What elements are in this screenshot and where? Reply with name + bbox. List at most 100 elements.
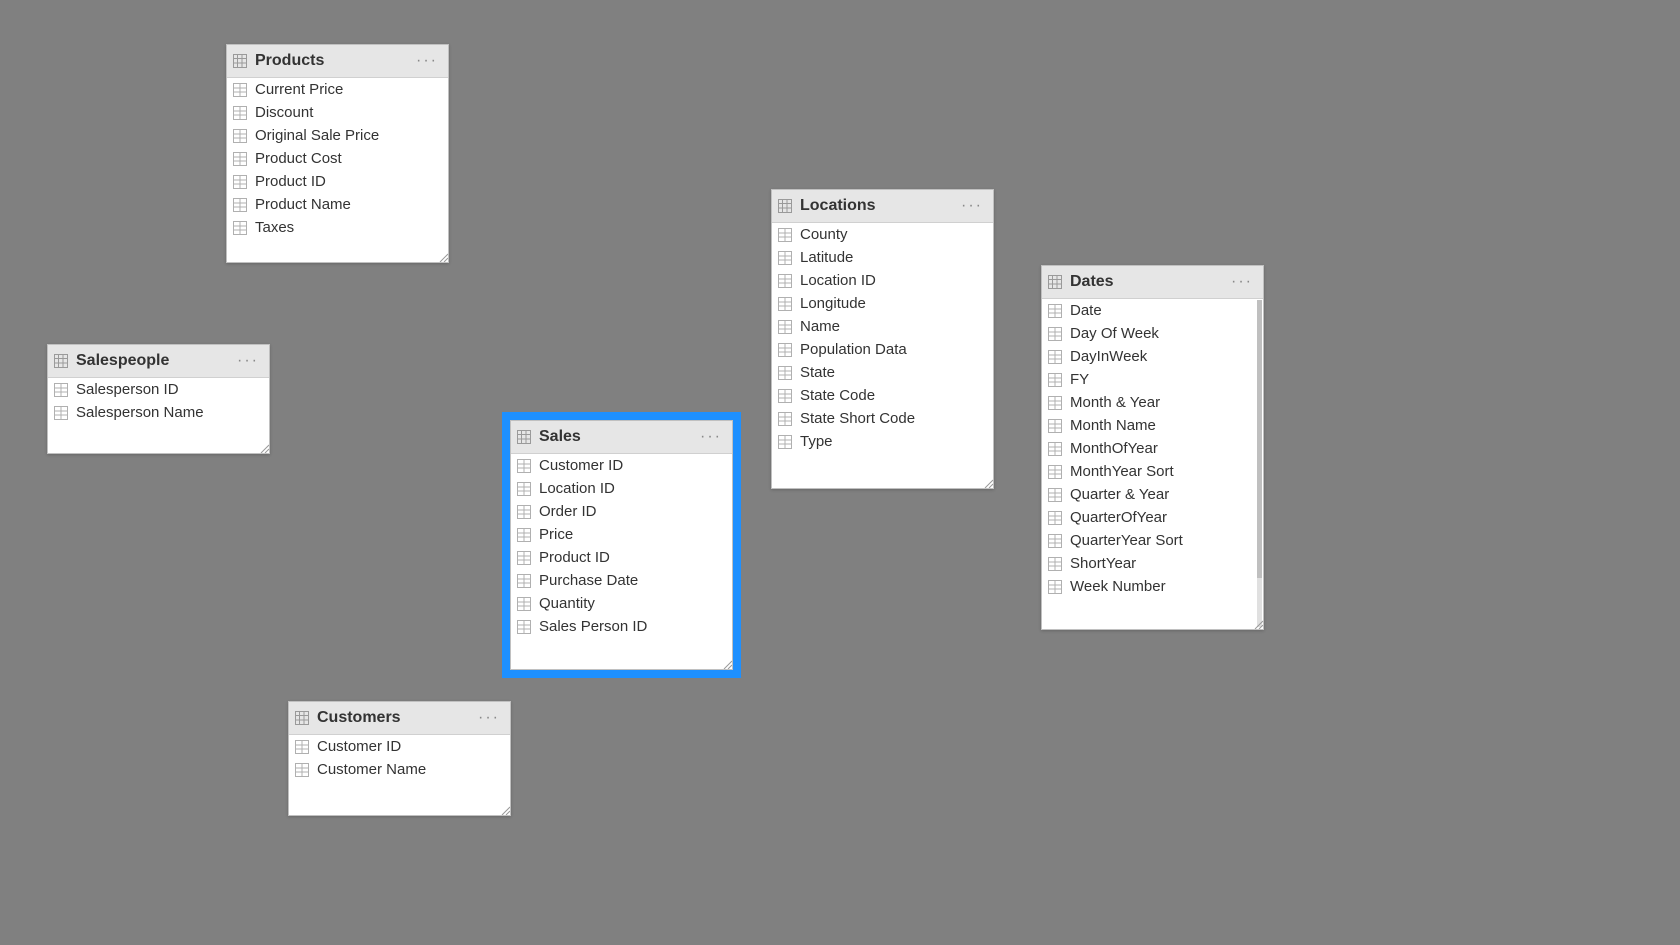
table-card-salespeople[interactable]: Salespeople···Salesperson IDSalesperson …	[47, 344, 270, 454]
column-icon	[517, 597, 531, 611]
field-row[interactable]: Product Name	[227, 193, 448, 216]
column-icon	[517, 505, 531, 519]
column-icon	[778, 343, 792, 357]
field-label: Order ID	[539, 503, 597, 520]
field-label: MonthYear Sort	[1070, 463, 1174, 480]
field-row[interactable]: Customer ID	[511, 454, 732, 477]
field-row[interactable]: Customer Name	[289, 758, 510, 781]
field-label: Location ID	[539, 480, 615, 497]
field-row[interactable]: Original Sale Price	[227, 124, 448, 147]
table-header-sales[interactable]: Sales···	[511, 421, 732, 454]
field-row[interactable]: Longitude	[772, 292, 993, 315]
field-row[interactable]: MonthOfYear	[1042, 437, 1263, 460]
field-label: Customer ID	[317, 738, 401, 755]
field-row[interactable]: Discount	[227, 101, 448, 124]
field-row[interactable]: Order ID	[511, 500, 732, 523]
field-row[interactable]: Salesperson Name	[48, 401, 269, 424]
column-icon	[778, 389, 792, 403]
table-icon	[295, 711, 309, 725]
field-row[interactable]: Quarter & Year	[1042, 483, 1263, 506]
fields-list: Customer ID Location ID Order ID PriceProdu…	[511, 454, 732, 669]
field-row[interactable]: DayInWeek	[1042, 345, 1263, 368]
resize-handle[interactable]	[983, 478, 993, 488]
column-icon	[1048, 396, 1062, 410]
field-row[interactable]: Product ID	[227, 170, 448, 193]
table-card-sales[interactable]: Sales···Customer ID Location ID Order ID Pr…	[510, 420, 733, 670]
field-row[interactable]: Price	[511, 523, 732, 546]
field-label: State	[800, 364, 835, 381]
field-label: QuarterYear Sort	[1070, 532, 1183, 549]
field-row[interactable]: State Code	[772, 384, 993, 407]
field-row[interactable]: Purchase Date	[511, 569, 732, 592]
field-label: Month & Year	[1070, 394, 1160, 411]
column-icon	[778, 412, 792, 426]
field-row[interactable]: State	[772, 361, 993, 384]
field-row[interactable]: Location ID	[511, 477, 732, 500]
table-icon	[517, 430, 531, 444]
table-card-locations[interactable]: Locations···CountyLatitudeLocation IDLon…	[771, 189, 994, 489]
field-row[interactable]: QuarterOfYear	[1042, 506, 1263, 529]
column-icon	[54, 406, 68, 420]
resize-handle[interactable]	[259, 443, 269, 453]
field-label: Sales Person ID	[539, 618, 647, 635]
table-header-customers[interactable]: Customers···	[289, 702, 510, 735]
field-row[interactable]: Week Number	[1042, 575, 1263, 598]
field-label: Product Name	[255, 196, 351, 213]
table-menu-button[interactable]: ···	[698, 428, 724, 446]
column-icon	[1048, 557, 1062, 571]
field-row[interactable]: Latitude	[772, 246, 993, 269]
resize-handle[interactable]	[1253, 619, 1263, 629]
table-card-products[interactable]: Products···Current PriceDiscountOriginal…	[226, 44, 449, 263]
field-row[interactable]: Current Price	[227, 78, 448, 101]
field-row[interactable]: Month Name	[1042, 414, 1263, 437]
table-menu-button[interactable]: ···	[959, 197, 985, 215]
scrollbar[interactable]	[1257, 300, 1262, 627]
field-row[interactable]: Name	[772, 315, 993, 338]
field-row[interactable]: County	[772, 223, 993, 246]
field-row[interactable]: Product Cost	[227, 147, 448, 170]
resize-handle[interactable]	[500, 805, 510, 815]
field-row[interactable]: Sales Person ID	[511, 615, 732, 638]
table-header-salespeople[interactable]: Salespeople···	[48, 345, 269, 378]
resize-handle[interactable]	[438, 252, 448, 262]
model-canvas[interactable]: Products···Current PriceDiscountOriginal…	[0, 0, 1680, 945]
field-row[interactable]: Location ID	[772, 269, 993, 292]
scrollbar-thumb[interactable]	[1257, 300, 1262, 578]
field-label: Week Number	[1070, 578, 1166, 595]
column-icon	[1048, 419, 1062, 433]
column-icon	[1048, 350, 1062, 364]
column-icon	[54, 383, 68, 397]
column-icon	[233, 221, 247, 235]
field-row[interactable]: Population Data	[772, 338, 993, 361]
field-row[interactable]: Salesperson ID	[48, 378, 269, 401]
field-row[interactable]: FY	[1042, 368, 1263, 391]
field-row[interactable]: Month & Year	[1042, 391, 1263, 414]
field-row[interactable]: Taxes	[227, 216, 448, 239]
table-icon	[54, 354, 68, 368]
table-card-customers[interactable]: Customers··· Customer ID Customer Name	[288, 701, 511, 816]
field-label: Name	[800, 318, 840, 335]
field-row[interactable]: Type	[772, 430, 993, 453]
table-menu-button[interactable]: ···	[235, 352, 261, 370]
field-row[interactable]: Customer ID	[289, 735, 510, 758]
table-menu-button[interactable]: ···	[476, 709, 502, 727]
field-row[interactable]: QuarterYear Sort	[1042, 529, 1263, 552]
field-row[interactable]: Date	[1042, 299, 1263, 322]
table-card-dates[interactable]: Dates···DateDay Of WeekDayInWeekFY Month …	[1041, 265, 1264, 630]
table-menu-button[interactable]: ···	[414, 52, 440, 70]
field-label: Quarter & Year	[1070, 486, 1169, 503]
table-header-locations[interactable]: Locations···	[772, 190, 993, 223]
column-icon	[778, 297, 792, 311]
field-row[interactable]: Product ID	[511, 546, 732, 569]
field-row[interactable]: Day Of Week	[1042, 322, 1263, 345]
field-row[interactable]: ShortYear	[1042, 552, 1263, 575]
field-row[interactable]: State Short Code	[772, 407, 993, 430]
table-header-products[interactable]: Products···	[227, 45, 448, 78]
table-menu-button[interactable]: ···	[1229, 273, 1255, 291]
resize-handle[interactable]	[722, 659, 732, 669]
column-icon	[1048, 304, 1062, 318]
column-icon	[778, 228, 792, 242]
field-row[interactable]: MonthYear Sort	[1042, 460, 1263, 483]
field-row[interactable]: Quantity	[511, 592, 732, 615]
table-header-dates[interactable]: Dates···	[1042, 266, 1263, 299]
